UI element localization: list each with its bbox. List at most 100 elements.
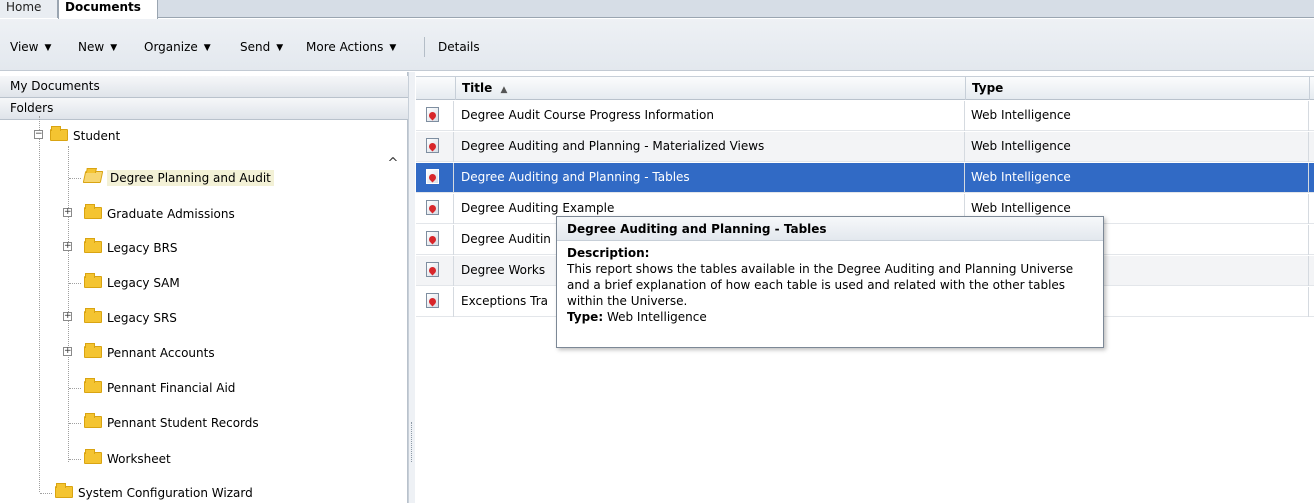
web-intelligence-document-icon — [426, 200, 439, 215]
tree-node-system-configuration-wizard[interactable]: System Configuration Wizard — [55, 483, 253, 503]
tree-node-pennant-student-records[interactable]: Pennant Student Records — [84, 413, 259, 433]
web-intelligence-document-icon — [426, 262, 439, 277]
expand-toggle-icon[interactable]: + — [63, 312, 72, 321]
tree-connector — [40, 493, 52, 494]
row-icon-cell — [416, 194, 454, 224]
splitter-grip-icon[interactable] — [411, 422, 414, 462]
send-menu-label: Send — [240, 40, 271, 54]
row-type: Web Intelligence — [965, 132, 1309, 162]
more-actions-menu-label: More Actions — [306, 40, 384, 54]
folders-header[interactable]: Folders — [0, 98, 408, 120]
tree-node-graduate-admissions[interactable]: Graduate Admissions — [84, 204, 235, 224]
organize-menu-button[interactable]: Organize ▼ — [144, 39, 211, 57]
tooltip-type-label: Type: — [567, 310, 604, 324]
row-type: Web Intelligence — [965, 101, 1309, 131]
row-icon-cell — [416, 225, 454, 255]
tree-node-student[interactable]: Student — [50, 126, 120, 146]
collapse-toggle-icon[interactable]: − — [34, 130, 43, 139]
tree-connector — [69, 388, 81, 389]
tree-node-label: Legacy SAM — [107, 276, 180, 290]
table-row[interactable]: Degree Auditing and Planning - Materiali… — [416, 132, 1314, 162]
scroll-up-arrow-icon[interactable]: ^ — [386, 157, 400, 172]
tree-connector — [69, 178, 81, 179]
tooltip-body: Description: This report shows the table… — [567, 245, 1095, 325]
type-column-header[interactable]: Type — [965, 77, 1309, 100]
tab-documents[interactable]: Documents — [58, 0, 158, 19]
open-folder-icon — [82, 171, 104, 183]
toolbar: View ▼ New ▼ Organize ▼ Send ▼ More Actions ▼… — [0, 19, 1314, 71]
folder-icon — [84, 204, 102, 219]
web-intelligence-document-icon — [426, 169, 439, 184]
tree-node-label: Student — [73, 129, 121, 143]
tab-home[interactable]: Home — [0, 0, 58, 18]
view-menu-label: View — [10, 40, 39, 54]
row-type: Web Intelligence — [965, 163, 1309, 193]
tree-node-legacy-srs[interactable]: Legacy SRS — [84, 308, 177, 328]
expand-toggle-icon[interactable]: + — [63, 208, 72, 217]
document-tooltip: Degree Auditing and Planning - Tables De… — [556, 216, 1104, 348]
new-menu-label: New — [78, 40, 105, 54]
view-menu-button[interactable]: View ▼ — [10, 39, 51, 57]
row-title: Degree Audit Course Progress Information — [455, 101, 965, 131]
table-row-selected[interactable]: Degree Auditing and Planning - Tables We… — [416, 163, 1314, 193]
folder-icon — [84, 449, 102, 464]
tree-node-label: Legacy SRS — [107, 311, 177, 325]
sort-ascending-icon: ▲ — [500, 85, 508, 95]
tab-bar: Home Documents — [0, 0, 1314, 19]
row-icon-cell — [416, 163, 454, 193]
tree-node-degree-planning-and-audit[interactable]: Degree Planning and Audit — [82, 168, 274, 188]
tree-node-worksheet[interactable]: Worksheet — [84, 449, 171, 469]
tree-connector — [69, 459, 81, 460]
chevron-down-icon: ▼ — [110, 43, 118, 53]
tree-connector — [69, 423, 81, 424]
tree-node-legacy-sam[interactable]: Legacy SAM — [84, 273, 180, 293]
expand-toggle-icon[interactable]: + — [63, 242, 72, 251]
folder-icon — [55, 483, 73, 498]
row-icon-cell — [416, 132, 454, 162]
row-icon-cell — [416, 256, 454, 286]
tree-node-label: Degree Planning and Audit — [107, 170, 274, 186]
list-header: Title ▲ Type — [416, 76, 1314, 100]
next-column-header[interactable] — [1309, 77, 1314, 100]
folder-tree: − Student Degree Planning and Audit + Gr… — [0, 116, 408, 503]
web-intelligence-document-icon — [426, 293, 439, 308]
table-row[interactable]: Degree Audit Course Progress Information… — [416, 101, 1314, 131]
title-column-header[interactable]: Title ▲ — [455, 77, 965, 100]
tree-connector — [69, 283, 81, 284]
details-button[interactable]: Details — [438, 39, 480, 55]
organize-menu-label: Organize — [144, 40, 198, 54]
tree-guide-line — [39, 116, 40, 492]
chevron-down-icon: ▼ — [44, 43, 52, 53]
tree-node-label: Pennant Accounts — [107, 346, 215, 360]
row-icon-cell — [416, 101, 454, 131]
tree-node-label: System Configuration Wizard — [78, 486, 253, 500]
left-panel: My Documents Folders − Student Degree Pl… — [0, 72, 408, 503]
tree-guide-line — [68, 146, 69, 462]
tree-node-pennant-financial-aid[interactable]: Pennant Financial Aid — [84, 378, 235, 398]
toolbar-divider — [424, 37, 425, 57]
tree-node-legacy-brs[interactable]: Legacy BRS — [84, 238, 178, 258]
tree-node-pennant-accounts[interactable]: Pennant Accounts — [84, 343, 215, 363]
send-menu-button[interactable]: Send ▼ — [240, 39, 283, 57]
folder-icon — [84, 343, 102, 358]
new-menu-button[interactable]: New ▼ — [78, 39, 117, 57]
icon-column-header — [416, 77, 455, 100]
web-intelligence-document-icon — [426, 231, 439, 246]
title-column-label: Title — [462, 81, 493, 95]
tooltip-type-value: Web Intelligence — [606, 310, 707, 324]
tooltip-type-line: Type: Web Intelligence — [567, 309, 1095, 325]
my-documents-header[interactable]: My Documents — [0, 76, 408, 98]
tree-node-label: Graduate Admissions — [107, 207, 235, 221]
row-title: Degree Auditing and Planning - Materiali… — [455, 132, 965, 162]
more-actions-menu-button[interactable]: More Actions ▼ — [306, 39, 396, 57]
expand-toggle-icon[interactable]: + — [63, 347, 72, 356]
tooltip-description-label: Description: — [567, 246, 650, 260]
folder-icon — [84, 238, 102, 253]
folder-icon — [84, 273, 102, 288]
chevron-down-icon: ▼ — [389, 43, 397, 53]
row-title: Degree Auditing and Planning - Tables — [455, 163, 965, 193]
folder-icon — [84, 413, 102, 428]
tooltip-description: This report shows the tables available i… — [567, 262, 1074, 308]
tree-node-label: Legacy BRS — [107, 241, 178, 255]
panel-splitter[interactable] — [408, 72, 415, 503]
